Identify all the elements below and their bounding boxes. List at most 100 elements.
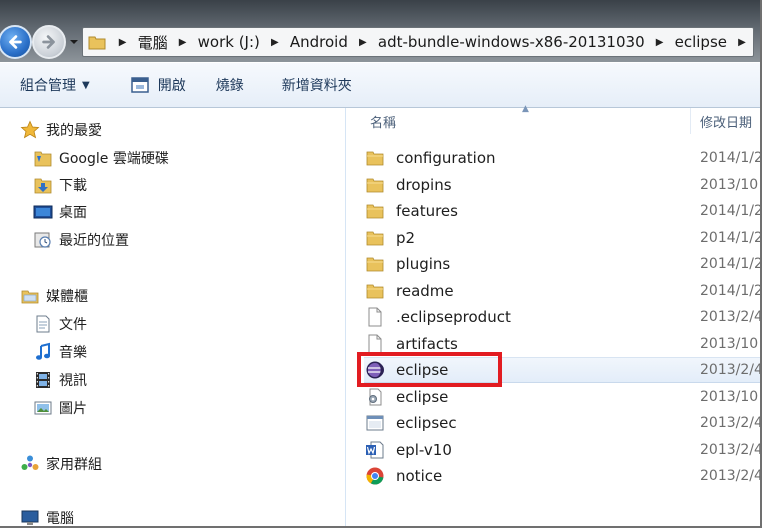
breadcrumb-separator-icon[interactable]: ▶	[731, 37, 753, 48]
breadcrumb-android[interactable]: Android	[286, 33, 352, 51]
file-date: 2014/1/2	[700, 230, 762, 246]
nav-item-label: 桌面	[59, 205, 87, 221]
new-folder-label: 新增資料夾	[281, 78, 352, 94]
open-label: 開啟	[157, 78, 186, 94]
nav-item-label: Google 雲端硬碟	[59, 151, 169, 167]
file-row[interactable]: .eclipseproduct 2013/2/4	[364, 304, 762, 330]
breadcrumb-separator-icon[interactable]: ▶	[352, 37, 374, 48]
nav-item-pictures[interactable]: 圖片	[33, 396, 87, 420]
film-strip-icon	[33, 370, 53, 390]
document-icon	[33, 314, 53, 334]
folder-icon	[364, 174, 386, 196]
folder-icon	[364, 227, 386, 249]
nav-item-documents[interactable]: 文件	[33, 312, 87, 336]
nav-item-label: 媒體櫃	[46, 289, 88, 305]
sort-ascending-icon: ▲	[522, 104, 529, 114]
burn-label: 燒錄	[215, 78, 244, 94]
file-name: p2	[396, 229, 416, 247]
file-name: features	[396, 202, 458, 220]
nav-item-label: 我的最愛	[46, 123, 102, 139]
nav-item-music[interactable]: 音樂	[33, 340, 87, 364]
nav-item-videos[interactable]: 視訊	[33, 368, 87, 392]
file-date: 2013/2/4	[700, 415, 762, 431]
file-name: configuration	[396, 149, 496, 167]
file-date: 2014/1/2	[700, 203, 762, 219]
recent-pages-chevron-icon[interactable]	[68, 36, 80, 48]
file-row[interactable]: notice 2013/2/4	[364, 463, 762, 489]
nav-item-google-drive[interactable]: Google 雲端硬碟	[33, 146, 169, 170]
file-row[interactable]: plugins 2014/1/2	[364, 251, 762, 277]
file-name: plugins	[396, 255, 451, 273]
open-button[interactable]: 開啟	[120, 70, 196, 100]
recent-places-icon	[33, 230, 53, 250]
nav-item-homegroup[interactable]: 家用群組	[20, 452, 102, 476]
chevron-down-icon: ▼	[82, 79, 90, 91]
arrow-right-icon	[42, 35, 55, 49]
address-bar-region: ▶ 電腦 ▶ work (J:) ▶ Android ▶ adt-bundle-…	[0, 0, 762, 62]
file-date: 2014/1/2	[700, 283, 762, 299]
breadcrumb-separator-icon[interactable]: ▶	[264, 37, 286, 48]
file-date: 2013/10	[700, 389, 759, 405]
breadcrumb-computer[interactable]: 電腦	[134, 32, 172, 53]
nav-item-libraries[interactable]: 媒體櫃	[20, 284, 88, 308]
computer-icon	[20, 508, 40, 528]
nav-item-label: 圖片	[59, 401, 87, 417]
breadcrumb-drive[interactable]: work (J:)	[194, 33, 264, 51]
nav-item-label: 文件	[59, 317, 87, 333]
file-name: eclipsec	[396, 414, 457, 432]
organize-button[interactable]: 組合管理 ▼	[10, 70, 100, 100]
breadcrumb-separator-icon[interactable]: ▶	[112, 37, 134, 48]
nav-item-desktop[interactable]: 桌面	[33, 200, 87, 224]
file-row[interactable]: readme 2014/1/2	[364, 278, 762, 304]
file-icon	[364, 306, 386, 328]
nav-item-label: 下載	[59, 178, 87, 194]
file-row[interactable]: configuration 2014/1/2	[364, 145, 762, 171]
console-app-icon	[364, 412, 386, 434]
folder-icon	[364, 253, 386, 275]
nav-item-label: 電腦	[46, 511, 74, 527]
breadcrumb-separator-icon[interactable]: ▶	[172, 37, 194, 48]
star-icon	[20, 120, 40, 140]
file-date: 2014/1/2	[700, 256, 762, 272]
burn-button[interactable]: 燒錄	[206, 70, 254, 100]
desktop-icon	[33, 202, 53, 222]
file-row[interactable]: p2 2014/1/2	[364, 225, 762, 251]
folder-icon	[364, 280, 386, 302]
column-header-name[interactable]: 名稱	[370, 112, 396, 131]
file-row[interactable]: eclipse 2013/10	[364, 384, 762, 410]
forward-button[interactable]	[32, 25, 66, 59]
nav-item-label: 最近的位置	[59, 233, 129, 249]
google-drive-folder-icon	[33, 148, 53, 168]
address-field[interactable]: ▶ 電腦 ▶ work (J:) ▶ Android ▶ adt-bundle-…	[82, 27, 754, 57]
music-note-icon	[33, 342, 53, 362]
file-row[interactable]: eclipsec 2013/2/4	[364, 410, 762, 436]
nav-item-recent[interactable]: 最近的位置	[33, 228, 129, 252]
file-row[interactable]: dropins 2013/10	[364, 172, 762, 198]
nav-item-label: 家用群組	[46, 457, 102, 473]
libraries-icon	[20, 286, 40, 306]
file-row[interactable]: features 2014/1/2	[364, 198, 762, 224]
organize-label: 組合管理	[20, 78, 76, 94]
nav-item-downloads[interactable]: 下載	[33, 173, 87, 197]
nav-item-label: 音樂	[59, 345, 87, 361]
column-header-row: ▲ 名稱 修改日期	[346, 104, 762, 134]
highlight-annotation-box	[357, 352, 502, 387]
back-button[interactable]	[0, 25, 32, 59]
file-row[interactable]: epl-v10 2013/2/4	[364, 437, 762, 463]
homegroup-icon	[20, 454, 40, 474]
column-header-date-modified[interactable]: 修改日期	[700, 112, 752, 131]
file-date: 2014/1/2	[700, 150, 762, 166]
breadcrumb-adt-bundle[interactable]: adt-bundle-windows-x86-20131030	[374, 33, 649, 51]
column-divider[interactable]	[690, 108, 691, 134]
file-date: 2013/2/4	[700, 442, 762, 458]
nav-item-computer[interactable]: 電腦	[20, 506, 74, 528]
breadcrumb-eclipse[interactable]: eclipse	[671, 33, 731, 51]
file-name: artifacts	[396, 335, 458, 353]
folder-icon	[83, 28, 112, 56]
file-date: 2013/2/4	[700, 362, 762, 378]
file-name: epl-v10	[396, 441, 452, 459]
nav-item-favorites[interactable]: 我的最愛	[20, 118, 102, 142]
new-folder-button[interactable]: 新增資料夾	[272, 70, 362, 100]
breadcrumb-separator-icon[interactable]: ▶	[649, 37, 671, 48]
file-name: eclipse	[396, 388, 449, 406]
